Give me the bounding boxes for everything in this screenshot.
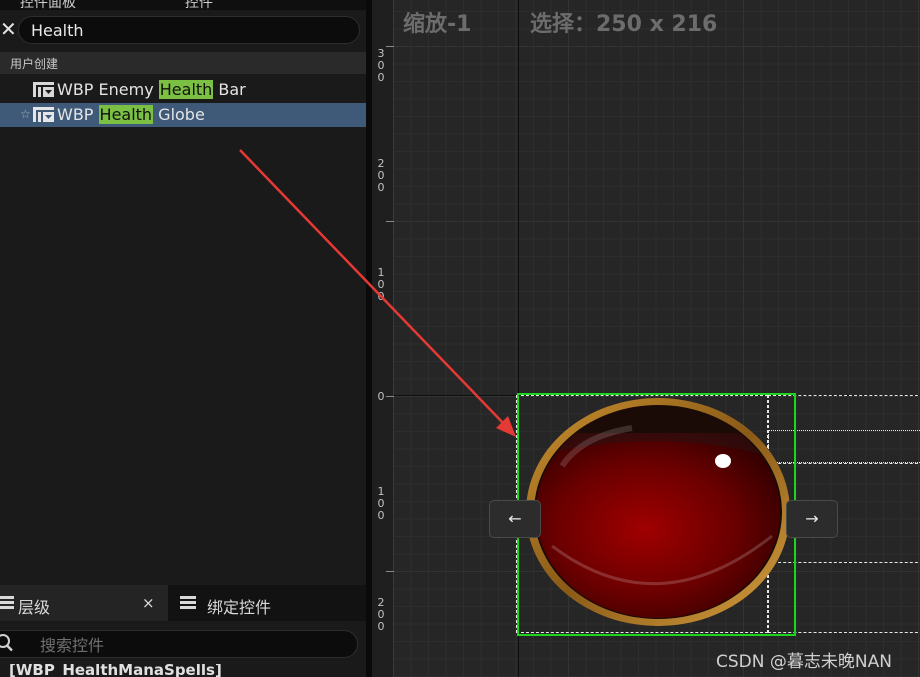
tab-bind-widgets[interactable]: 绑定控件 [172, 585, 362, 621]
palette-search-value: Health [31, 21, 84, 40]
hierarchy-tab-bar: 层级 × 绑定控件 [0, 585, 366, 621]
ruler-label: 1 0 0 [377, 266, 385, 303]
vertical-ruler: 3 0 0 2 0 0 1 0 0 0 1 0 0 2 0 0 [372, 0, 394, 677]
ruler-tick [386, 221, 394, 222]
close-icon[interactable]: × [142, 594, 155, 612]
palette-item-health-globe[interactable]: ☆ WBP Health Globe [0, 103, 366, 127]
widget-blueprint-icon [33, 82, 54, 97]
tab-bind-label: 绑定控件 [207, 598, 272, 617]
category-label: 用户创建 [10, 57, 59, 71]
list-icon [180, 596, 196, 610]
palette-item-label: WBP Enemy Health Bar [57, 80, 246, 99]
widget-search-placeholder: 搜索控件 [40, 636, 105, 655]
ruler-tick [386, 396, 394, 397]
ruler-label: 2 0 0 [377, 596, 385, 633]
csdn-watermark: CSDN @暮志未晚NAN [716, 652, 892, 672]
list-icon [0, 596, 14, 610]
palette-search-bar: ✕ Health [0, 14, 362, 46]
widget-blueprint-icon [33, 107, 54, 122]
selection-size: 选择：250 x 216 [530, 12, 718, 37]
palette-item-enemy-health-bar[interactable]: WBP Enemy Health Bar [0, 78, 366, 102]
palette-search-input[interactable]: Health [18, 16, 360, 44]
tab-hierarchy[interactable]: 层级 × [0, 585, 168, 621]
tab-palette[interactable]: 控件面板 [20, 0, 76, 10]
tab-hierarchy-label: 层级 [18, 598, 51, 617]
hierarchy-root-node[interactable]: [WBP_HealthManaSpells] [0, 664, 366, 677]
root-node-label: [WBP_HealthManaSpells] [9, 664, 222, 677]
ui-root: 控件面板 控件 ✕ Health 用户创建 WBP Enemy Health B… [0, 0, 920, 677]
nav-left-button[interactable]: ← [489, 500, 541, 538]
ruler-label: 2 0 0 [377, 157, 385, 194]
ruler-label: 0 [377, 390, 385, 403]
ruler-tick [386, 46, 394, 47]
search-icon [0, 634, 13, 652]
zoom-level: 缩放-1 [403, 12, 472, 37]
nav-right-button[interactable]: → [786, 500, 838, 538]
category-header[interactable]: 用户创建 [0, 52, 366, 74]
widget-search-bar: 搜索控件 [0, 628, 362, 660]
ruler-label: 3 0 0 [377, 47, 385, 84]
clear-search-icon[interactable]: ✕ [0, 19, 17, 39]
designer-canvas[interactable]: 3 0 0 2 0 0 1 0 0 0 1 0 0 2 0 0 缩放-1 选择：… [372, 0, 920, 677]
ruler-label: 1 0 0 [377, 485, 385, 522]
palette-item-label: WBP Health Globe [57, 105, 205, 124]
ruler-tick [386, 571, 394, 572]
tab-widgets[interactable]: 控件 [185, 0, 213, 10]
left-panel: 控件面板 控件 ✕ Health 用户创建 WBP Enemy Health B… [0, 0, 366, 677]
favorite-star-icon[interactable]: ☆ [20, 107, 31, 121]
top-tab-strip: 控件面板 控件 [0, 0, 366, 10]
selected-widget-bounds[interactable] [517, 393, 796, 636]
